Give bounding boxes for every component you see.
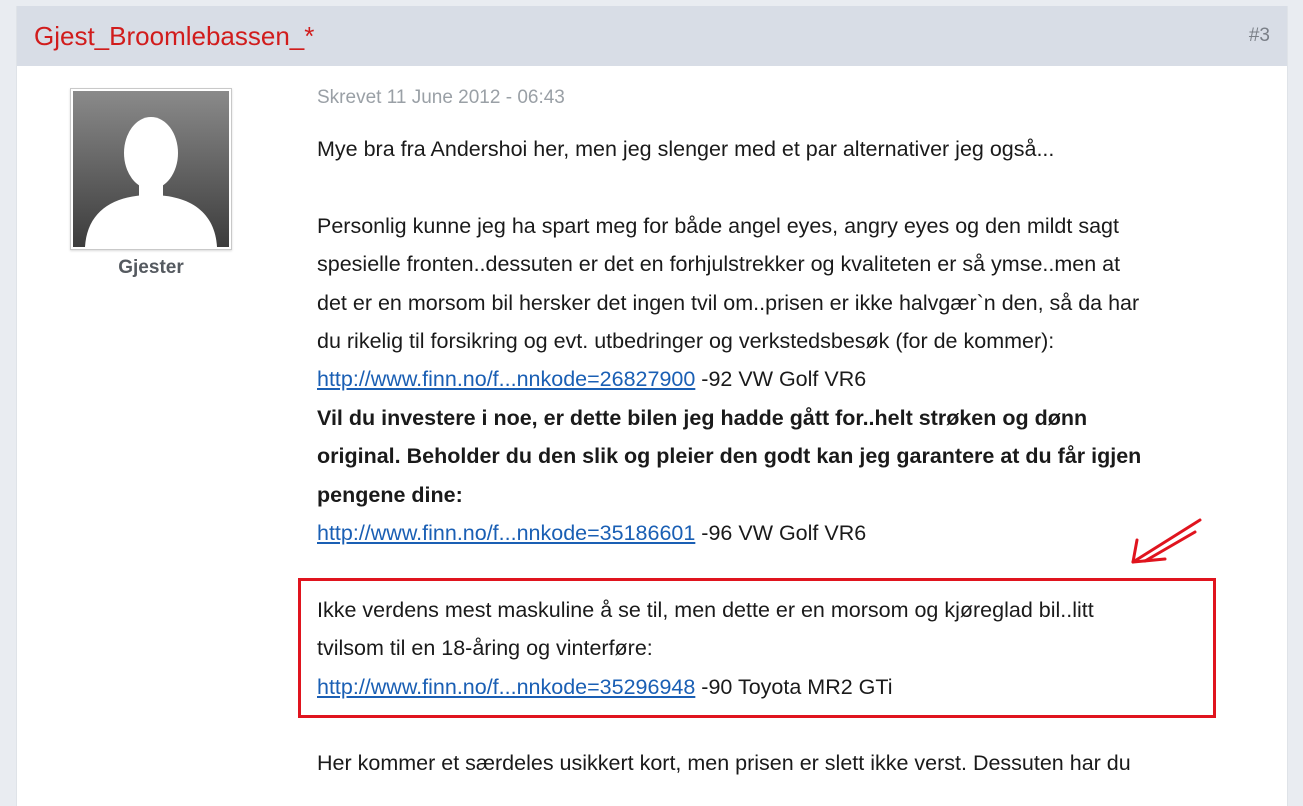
intro-text: Mye bra fra Andershoi her, men jeg sleng… [317,137,1055,161]
default-avatar-icon [73,91,229,247]
paragraph-line: du rikelig til forsikring og evt. utbedr… [317,329,1055,354]
post-header: Gjest_Broomlebassen_* #3 [17,6,1287,66]
listing-line-2: http://www.finn.no/f...nnkode=35186601 -… [317,514,1257,552]
paragraph-line: det er en morsom bil hersker det ingen t… [317,290,1140,315]
author-name-link[interactable]: Gjest_Broomlebassen_* [34,21,314,51]
highlight-box [298,578,1216,718]
listing-label-1: -92 VW Golf VR6 [695,367,867,392]
listing-label-2: -96 VW Golf VR6 [695,521,867,546]
bold-line: pengene dine: [317,476,1257,514]
avatar[interactable] [70,88,232,250]
paragraph-line: Personlig kunne jeg ha spart meg for båd… [317,213,1119,238]
finn-link-2[interactable]: http://www.finn.no/f...nnkode=35186601 [317,521,695,545]
bold-text: original. Beholder du den slik og pleier… [317,444,1142,469]
bold-line: Vil du investere i noe, er dette bilen j… [317,399,1257,437]
paragraph-line-cut: Her kommer et særdeles usikkert kort, me… [317,751,1131,776]
finn-link-1[interactable]: http://www.finn.no/f...nnkode=26827900 [317,367,695,391]
red-arrow-icon [1131,518,1202,564]
user-group-label: Gjester [118,257,184,278]
post-number-link[interactable]: #3 [1249,25,1270,47]
bold-line: original. Beholder du den slik og pleier… [317,437,1257,475]
bold-text: pengene dine: [317,482,463,507]
listing-line-1: http://www.finn.no/f...nnkode=26827900 -… [317,360,1257,398]
paragraph-line: spesielle fronten..dessuten er det en fo… [317,252,1121,277]
post-date: Skrevet 11 June 2012 - 06:43 [317,87,565,108]
bold-text: Vil du investere i noe, er dette bilen j… [317,405,1088,430]
